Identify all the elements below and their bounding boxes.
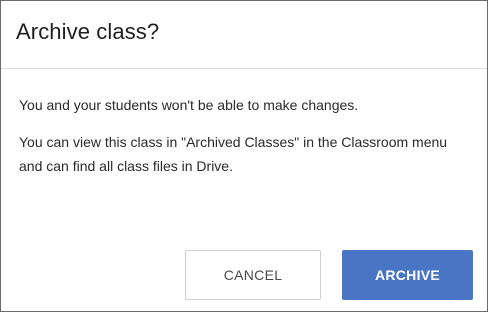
dialog-body: You and your students won't be able to m… (19, 93, 474, 191)
archive-button[interactable]: ARCHIVE (342, 250, 473, 300)
title-divider (1, 68, 487, 69)
info-text: You can view this class in "Archived Cla… (19, 134, 448, 174)
dialog-title: Archive class? (16, 19, 160, 44)
cancel-button[interactable]: CANCEL (185, 250, 321, 300)
warning-text: You and your students won't be able to m… (19, 97, 359, 113)
archive-class-dialog: Archive class? You and your students won… (0, 0, 488, 312)
